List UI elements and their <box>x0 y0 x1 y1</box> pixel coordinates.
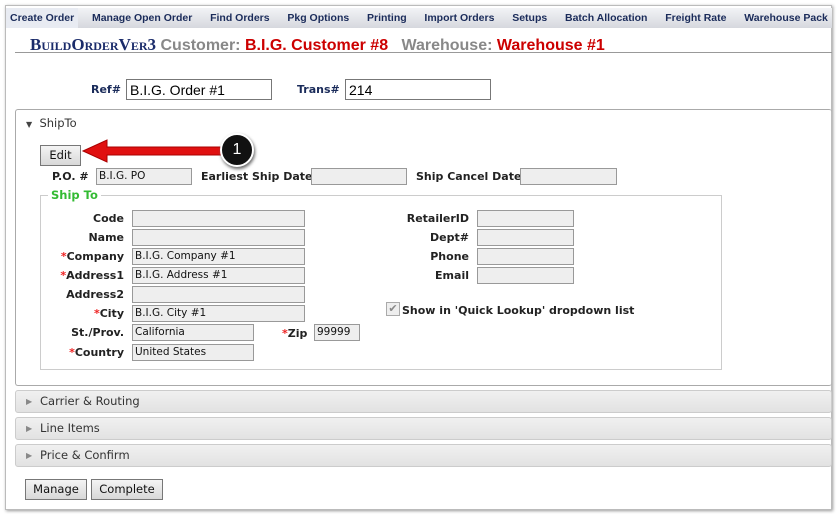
tab-manage-open-order[interactable]: Manage Open Order <box>88 8 196 28</box>
zip-input[interactable]: 99999 <box>314 324 360 341</box>
shipto-header[interactable]: ▼ ShipTo <box>26 116 77 130</box>
po-input[interactable]: B.I.G. PO <box>96 168 192 185</box>
shipto-title: ShipTo <box>39 116 77 130</box>
address1-label: *Address1 <box>40 269 124 282</box>
ship-to-legend: Ship To <box>48 188 101 202</box>
label-text: Name <box>88 231 124 244</box>
email-label: Email <box>435 269 469 282</box>
country-label: *Country <box>40 346 124 359</box>
earliest-ship-date-label: Earliest Ship Date <box>201 170 313 183</box>
label-text: Company <box>66 250 124 263</box>
tab-find-orders[interactable]: Find Orders <box>206 8 274 28</box>
label-text: Address1 <box>66 269 124 282</box>
dept-label: Dept# <box>430 231 469 244</box>
address1-input[interactable]: B.I.G. Address #1 <box>132 267 305 284</box>
label-text: Code <box>93 212 124 225</box>
tab-freight-rate[interactable]: Freight Rate <box>661 8 730 28</box>
city-label: *City <box>40 307 124 320</box>
quick-lookup-label: Show in 'Quick Lookup' dropdown list <box>402 304 635 317</box>
trans-label: Trans# <box>297 83 340 96</box>
po-label: P.O. # <box>52 170 89 183</box>
address2-label: Address2 <box>40 288 124 301</box>
retailer-id-input[interactable] <box>477 210 574 227</box>
name-label: Name <box>40 231 124 244</box>
label-text: Address2 <box>66 288 124 301</box>
dept-input[interactable] <box>477 229 574 246</box>
trans-input[interactable] <box>345 79 491 100</box>
callout-badge: 1 <box>220 133 254 167</box>
ship-cancel-date-input[interactable] <box>520 168 617 185</box>
tab-pkg-options[interactable]: Pkg Options <box>283 8 353 28</box>
name-input[interactable] <box>132 229 305 246</box>
tab-import-orders[interactable]: Import Orders <box>420 8 498 28</box>
divider <box>15 52 832 53</box>
tab-setups[interactable]: Setups <box>508 8 551 28</box>
phone-label: Phone <box>430 250 469 263</box>
complete-button[interactable]: Complete <box>91 479 163 500</box>
section-title: Price & Confirm <box>40 448 130 462</box>
st-prov-input[interactable]: California <box>132 324 254 341</box>
phone-input[interactable] <box>477 248 574 265</box>
section-price-confirm[interactable]: ▶ Price & Confirm <box>15 444 832 467</box>
code-input[interactable] <box>132 210 305 227</box>
city-input[interactable]: B.I.G. City #1 <box>132 305 305 322</box>
section-title: Line Items <box>40 421 100 435</box>
tab-warehouse-pack[interactable]: Warehouse Pack <box>740 8 832 28</box>
country-input[interactable]: United States <box>132 344 254 361</box>
company-input[interactable]: B.I.G. Company #1 <box>132 248 305 265</box>
email-input[interactable] <box>477 267 574 284</box>
section-carrier-routing[interactable]: ▶ Carrier & Routing <box>15 390 832 413</box>
section-title: Carrier & Routing <box>40 394 140 408</box>
label-text: City <box>99 307 124 320</box>
tab-batch-allocation[interactable]: Batch Allocation <box>561 8 651 28</box>
tab-create-order[interactable]: Create Order <box>6 8 79 28</box>
company-label: *Company <box>40 250 124 263</box>
collapsed-triangle-icon: ▶ <box>26 397 33 406</box>
label-text: St./Prov. <box>71 326 124 339</box>
st-prov-label: St./Prov. <box>40 326 124 339</box>
quick-lookup-checkbox[interactable]: ✔ <box>386 302 400 316</box>
main-nav: Create Order Manage Open Order Find Orde… <box>6 8 832 28</box>
manage-button[interactable]: Manage <box>25 479 87 500</box>
address2-input[interactable] <box>132 286 305 303</box>
ref-input[interactable] <box>126 79 272 100</box>
ref-label: Ref# <box>91 83 121 96</box>
edit-button[interactable]: Edit <box>40 145 81 166</box>
expand-triangle-icon: ▼ <box>26 120 33 129</box>
ship-cancel-date-label: Ship Cancel Date <box>416 170 522 183</box>
earliest-ship-date-input[interactable] <box>311 168 407 185</box>
tab-printing[interactable]: Printing <box>363 8 411 28</box>
collapsed-triangle-icon: ▶ <box>26 451 33 460</box>
retailer-id-label: RetailerID <box>406 212 469 225</box>
zip-label: *Zip <box>282 327 308 340</box>
collapsed-triangle-icon: ▶ <box>26 424 33 433</box>
section-line-items[interactable]: ▶ Line Items <box>15 417 832 440</box>
label-text: Country <box>74 346 124 359</box>
code-label: Code <box>40 212 124 225</box>
